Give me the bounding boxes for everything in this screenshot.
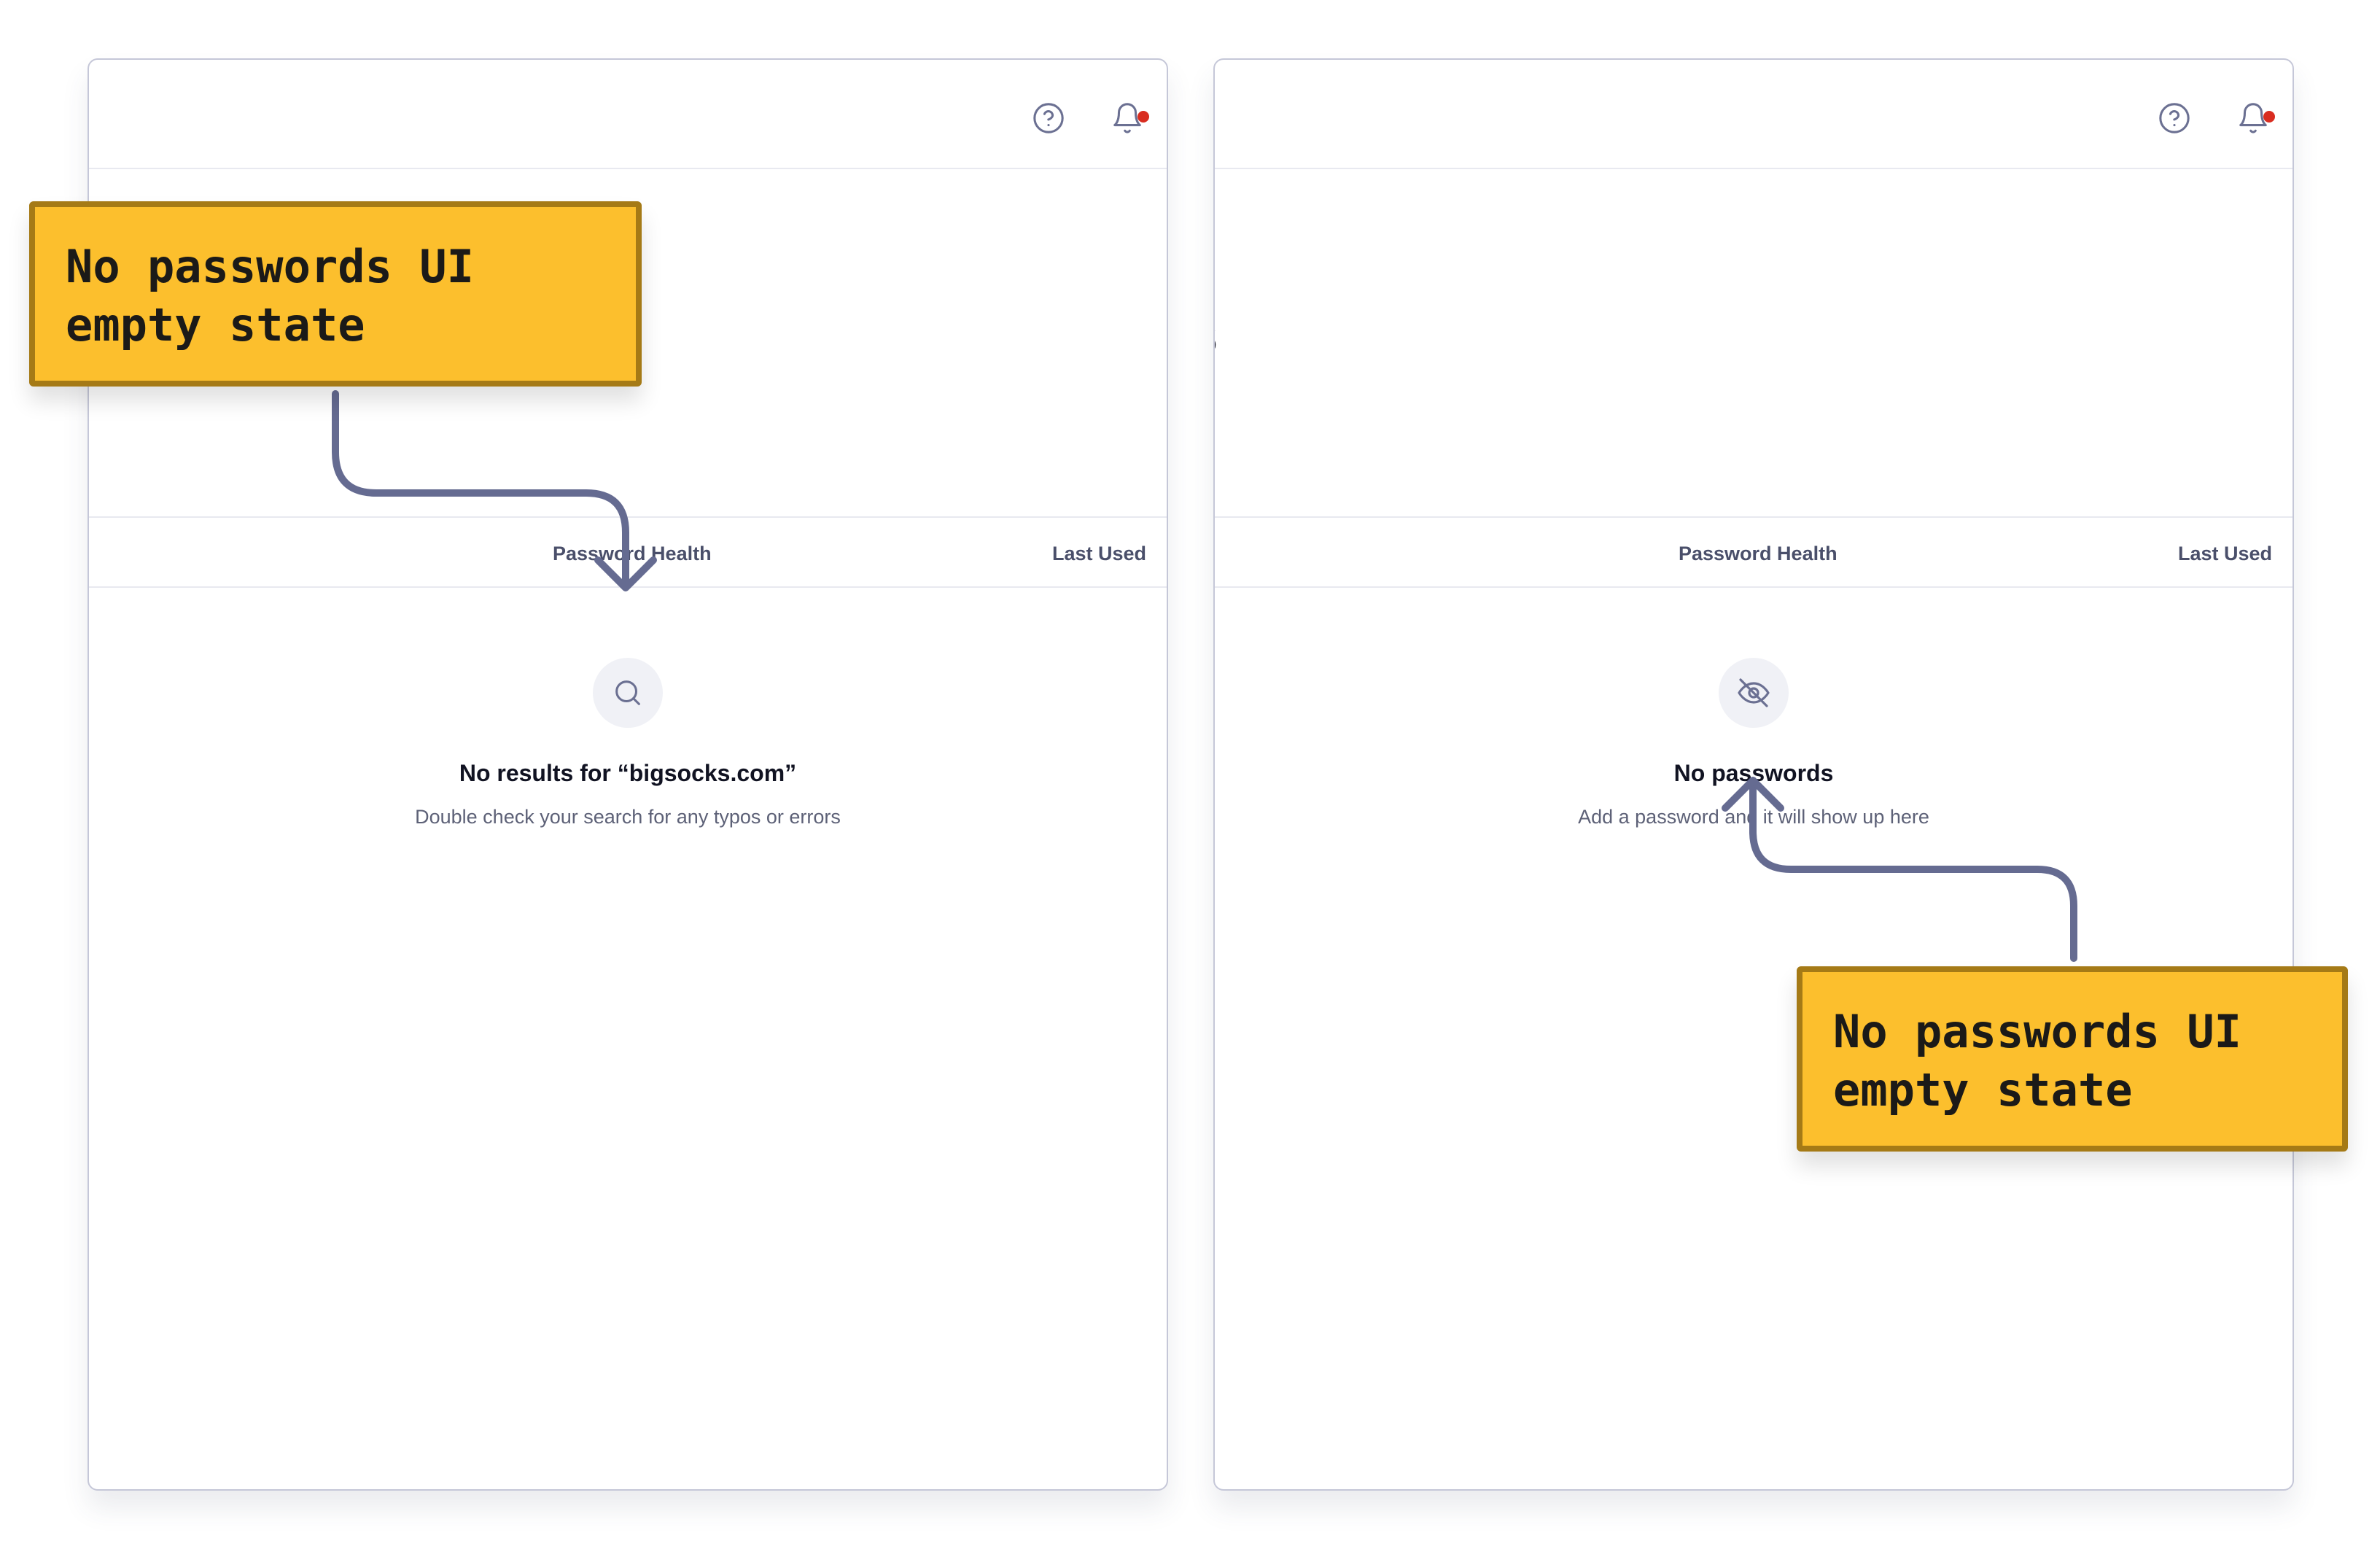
- page-title-fragment: s: [1215, 305, 1218, 363]
- help-button[interactable]: [1028, 98, 1069, 139]
- search-icon: [615, 680, 640, 705]
- empty-state: No passwords Add a password and it will …: [1215, 658, 2292, 828]
- help-button[interactable]: [2154, 98, 2195, 139]
- table-header: Password Health Last Used: [89, 516, 1167, 588]
- empty-state-subtitle: Double check your search for any typos o…: [415, 806, 841, 828]
- callout-line-2: empty state: [1833, 1063, 2133, 1117]
- empty-state-icon-badge: [593, 658, 663, 728]
- help-circle-icon: [2159, 103, 2190, 133]
- eye-off-icon: [1738, 678, 1770, 707]
- empty-state-title: No passwords: [1673, 760, 1834, 786]
- empty-state-subtitle: Add a password and it will show up here: [1578, 806, 1929, 828]
- empty-state: No results for “bigsocks.com” Double che…: [89, 658, 1167, 828]
- column-password-health[interactable]: Password Health: [553, 543, 712, 565]
- callout-line-1: No passwords UI: [1833, 1005, 2241, 1058]
- top-bar: [89, 60, 1167, 169]
- empty-state-icon-badge: [1719, 658, 1789, 728]
- empty-state-title: No results for “bigsocks.com”: [459, 760, 797, 786]
- callout-label: No passwords UI empty state: [1797, 966, 2348, 1152]
- column-last-used[interactable]: Last Used: [1052, 543, 1146, 565]
- column-last-used[interactable]: Last Used: [2178, 543, 2272, 565]
- callout-line-2: empty state: [66, 298, 365, 352]
- help-circle-icon: [1033, 103, 1064, 133]
- top-bar: [1215, 60, 2292, 169]
- callout-line-1: No passwords UI: [66, 240, 474, 293]
- table-header: Password Health Last Used: [1215, 516, 2292, 588]
- annotated-screenshot: Password Health Last Used No results for…: [0, 0, 2380, 1549]
- callout-label: No passwords UI empty state: [29, 201, 642, 387]
- notification-dot: [1138, 111, 1149, 123]
- no-passwords-panel: s Password Health Last Used No passwords…: [1213, 58, 2294, 1491]
- notification-dot: [2263, 111, 2275, 123]
- column-password-health[interactable]: Password Health: [1679, 543, 1838, 565]
